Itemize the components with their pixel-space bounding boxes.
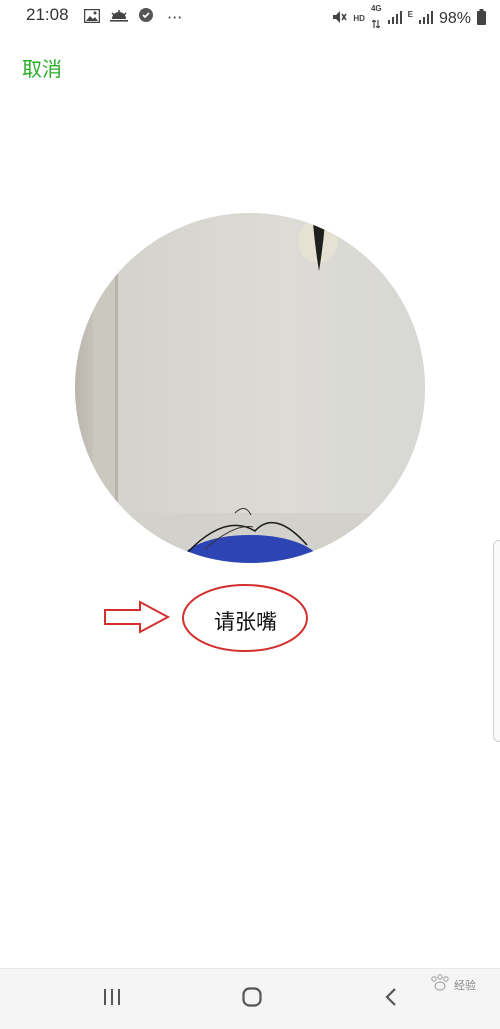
battery-percent: 98% <box>438 9 471 27</box>
sync-icon <box>138 7 154 27</box>
gallery-icon <box>83 8 101 27</box>
edge-panel-handle[interactable] <box>493 540 500 742</box>
more-notifications-icon: ··· <box>167 7 183 27</box>
status-time: 21:08 <box>26 5 69 24</box>
cancel-button[interactable]: 取消 <box>22 53 62 82</box>
notification-icons: ··· <box>83 7 183 27</box>
hd-label: HD <box>353 13 365 23</box>
face-prompt-text: 请张嘴 <box>214 610 277 634</box>
back-icon[interactable] <box>384 987 398 1011</box>
signal-2: E <box>407 9 413 27</box>
status-bar: 21:08 ··· HD 4G E 98% <box>0 0 500 32</box>
signal-bars-2-icon <box>418 9 433 28</box>
paw-logo-icon <box>429 974 451 995</box>
network-type-label-2: E <box>407 9 413 19</box>
data-arrows-icon <box>371 13 381 32</box>
watermark: 经验 <box>429 974 476 995</box>
weather-icon <box>109 8 129 27</box>
mute-icon <box>331 9 348 29</box>
signal-bars-icon <box>387 9 402 28</box>
annotation-arrow <box>104 600 171 634</box>
navigation-bar <box>0 968 500 1029</box>
camera-preview <box>75 213 425 563</box>
network-type-label: 4G <box>370 4 382 13</box>
system-icons: HD 4G E 98% <box>331 5 486 32</box>
watermark-text: 经验 <box>454 978 476 992</box>
battery-icon <box>477 8 486 29</box>
recents-icon[interactable] <box>102 987 122 1011</box>
home-icon[interactable] <box>242 987 262 1011</box>
signal-1: 4G <box>371 5 382 32</box>
